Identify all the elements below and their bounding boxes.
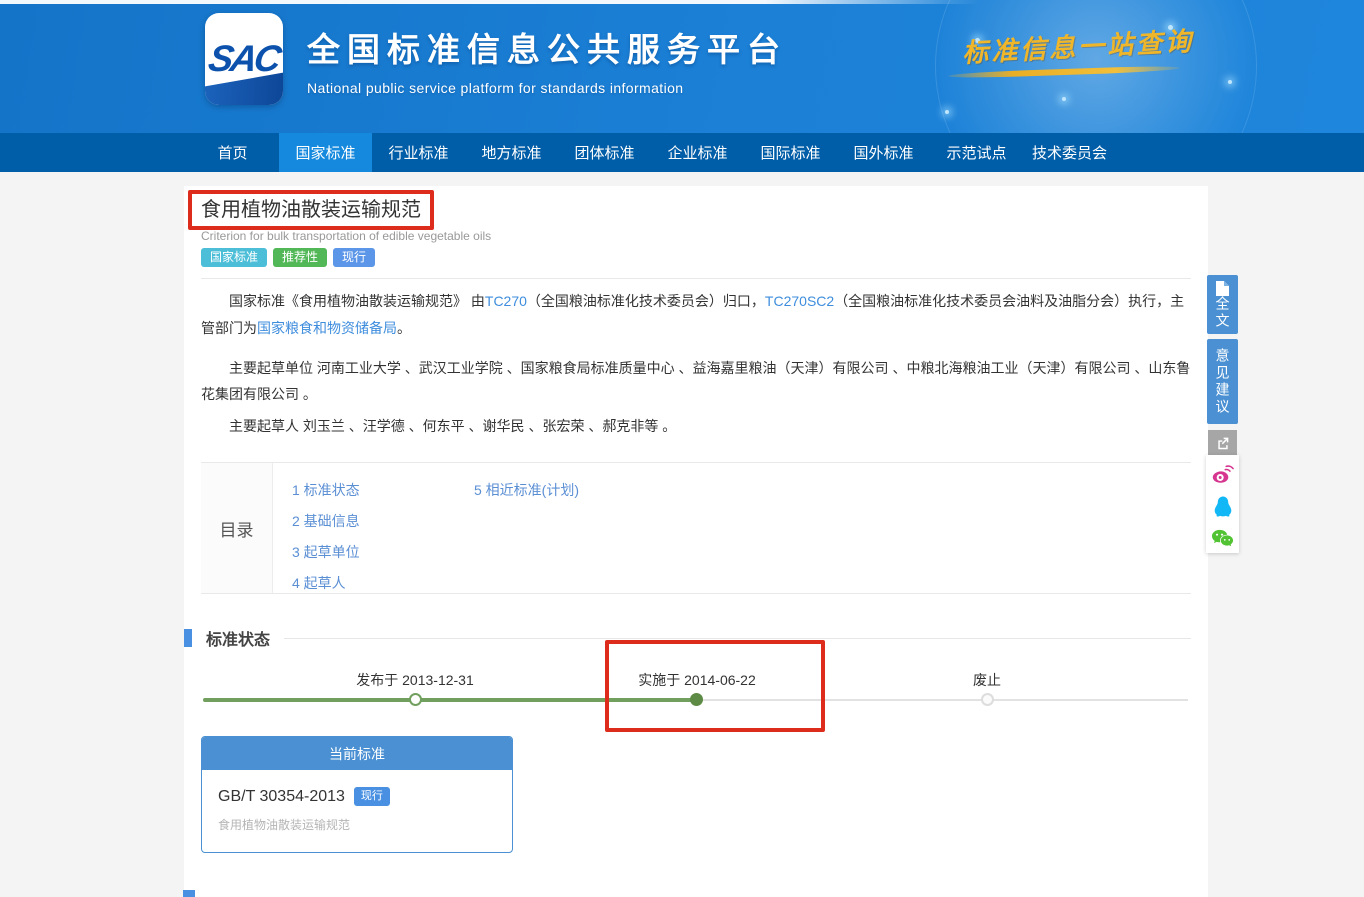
sac-logo-text: SAC [206,38,283,80]
toc-column-2: 5 相近标准(计划) [474,480,656,593]
toc-link-basic-info[interactable]: 2 基础信息 [292,511,474,531]
summary-text: 。 [397,320,411,336]
brand: SAC 全国标准信息公共服务平台 National public service… [205,13,787,105]
badge-recommended: 推荐性 [273,248,327,267]
current-standard-code-row: GB/T 30354-2013 现行 [218,787,496,806]
globe-decoration [1062,97,1066,101]
badge-row: 国家标准 推荐性 现行 [201,248,1191,267]
summary-paragraph-2: 主要起草单位 河南工业大学 、武汉工业学院 、国家粮食局标准质量中心 、益海嘉里… [201,355,1191,407]
status-section-title: 标准状态 [206,626,270,650]
share-icon [1215,435,1231,451]
wechat-icon[interactable] [1210,526,1235,551]
next-section-heading-bar [183,890,195,897]
timeline-node-abolished [981,693,994,706]
globe-decoration [945,110,949,114]
page: SAC 全国标准信息公共服务平台 National public service… [0,0,1364,897]
nav-item-home[interactable]: 首页 [186,133,279,172]
timeline-label-implemented: 实施于 2014-06-22 [638,670,756,690]
timeline-line-completed [203,698,697,702]
toc-link-drafters[interactable]: 4 起草人 [292,573,474,593]
social-share-panel [1206,455,1239,553]
standard-title-english: Criterion for bulk transportation of edi… [201,228,1191,244]
section-heading-bar [184,629,192,647]
table-of-contents: 目录 1 标准状态 2 基础信息 3 起草单位 4 起草人 5 相近标准(计划) [201,462,1191,594]
section-heading-rule [284,638,1191,639]
current-standard-name: 食用植物油散装运输规范 [218,816,496,833]
link-tc270[interactable]: TC270 [485,293,527,309]
link-competent-department[interactable]: 国家粮食和物资储备局 [257,320,397,336]
content-card: 食用植物油散装运输规范 Criterion for bulk transport… [184,186,1208,897]
site-subtitle: National public service platform for sta… [307,80,787,96]
site-title: 全国标准信息公共服务平台 [307,23,787,71]
current-standard-card: 当前标准 GB/T 30354-2013 现行 食用植物油散装运输规范 [201,736,513,853]
share-button[interactable] [1208,430,1237,455]
slogan: 标准信息一站查询 [962,26,1232,75]
current-standard-code[interactable]: GB/T 30354-2013 [218,788,345,806]
site-titles: 全国标准信息公共服务平台 National public service pla… [307,23,787,96]
link-tc270sc2[interactable]: TC270SC2 [765,293,834,309]
current-standard-body: GB/T 30354-2013 现行 食用植物油散装运输规范 [202,770,512,852]
badge-in-force: 现行 [333,248,375,267]
slogan-text: 标准信息一站查询 [961,19,1233,70]
toc-link-standard-status[interactable]: 1 标准状态 [292,480,474,500]
status-timeline: 发布于 2013-12-31 实施于 2014-06-22 废止 [201,656,1191,736]
current-standard-header: 当前标准 [202,737,512,770]
timeline-node-implemented [690,693,703,706]
document-icon [1216,281,1229,296]
nav-item-demonstration-pilot[interactable]: 示范试点 [930,133,1023,172]
nav-item-group-standards[interactable]: 团体标准 [558,133,651,172]
badge-national-standard: 国家标准 [201,248,267,267]
feedback-button-label: 意见建议 [1213,348,1233,416]
summary-text: 国家标准《食用植物油散装运输规范》 由 [229,293,485,309]
nav-item-industry-standards[interactable]: 行业标准 [372,133,465,172]
divider [201,278,1191,279]
status-section-heading: 标准状态 [184,629,1191,647]
toc-link-similar-standards[interactable]: 5 相近标准(计划) [474,480,656,500]
header-top-strip [0,0,980,4]
feedback-button[interactable]: 意见建议 [1207,339,1238,424]
toc-columns: 1 标准状态 2 基础信息 3 起草单位 4 起草人 5 相近标准(计划) [273,463,656,593]
toc-column-1: 1 标准状态 2 基础信息 3 起草单位 4 起草人 [292,480,474,593]
timeline-node-published [409,693,422,706]
summary-paragraph-1: 国家标准《食用植物油散装运输规范》 由TC270（全国粮油标准化技术委员会）归口… [201,288,1191,342]
timeline-label-published: 发布于 2013-12-31 [356,670,474,690]
qq-icon[interactable] [1210,494,1235,519]
standard-title: 食用植物油散装运输规范 [201,194,1191,223]
nav-item-foreign-standards[interactable]: 国外标准 [837,133,930,172]
summary-text: （全国粮油标准化技术委员会）归口， [527,293,765,309]
site-header: SAC 全国标准信息公共服务平台 National public service… [0,0,1364,133]
timeline-line-pending [697,699,1188,701]
nav-item-international-standards[interactable]: 国际标准 [744,133,837,172]
weibo-icon[interactable] [1210,462,1235,487]
nav-item-national-standards[interactable]: 国家标准 [279,133,372,172]
globe-decoration [1228,80,1232,84]
fulltext-button-label: 全文 [1213,296,1233,330]
nav-item-local-standards[interactable]: 地方标准 [465,133,558,172]
nav-item-technical-committee[interactable]: 技术委员会 [1023,133,1116,172]
fulltext-button[interactable]: 全文 [1207,275,1238,334]
timeline-label-abolished: 废止 [973,670,1001,690]
toc-link-drafting-units[interactable]: 3 起草单位 [292,542,474,562]
sac-logo: SAC [205,13,283,105]
nav-item-enterprise-standards[interactable]: 企业标准 [651,133,744,172]
current-standard-status-badge: 现行 [354,787,390,806]
toc-label: 目录 [201,463,273,593]
main-nav: 首页 国家标准 行业标准 地方标准 团体标准 企业标准 国际标准 国外标准 示范… [0,133,1364,172]
summary-paragraph-3: 主要起草人 刘玉兰 、汪学德 、何东平 、谢华民 、张宏荣 、郝克非等 。 [201,413,1191,439]
